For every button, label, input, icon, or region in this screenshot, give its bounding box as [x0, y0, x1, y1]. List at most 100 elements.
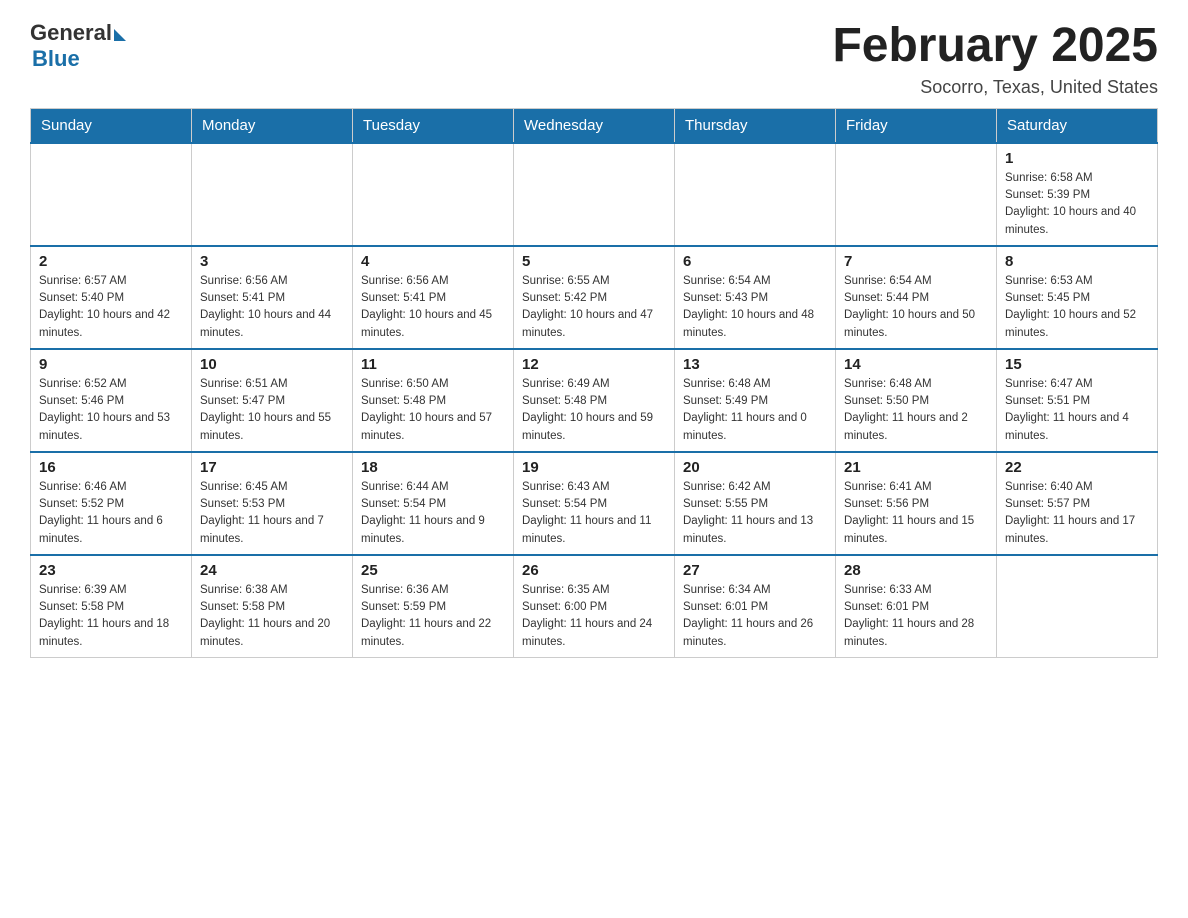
- logo-blue-text: Blue: [32, 46, 80, 72]
- day-info: Sunrise: 6:43 AM Sunset: 5:54 PM Dayligh…: [522, 479, 666, 548]
- day-number: 23: [39, 562, 183, 579]
- day-info: Sunrise: 6:50 AM Sunset: 5:48 PM Dayligh…: [361, 376, 505, 445]
- day-number: 5: [522, 253, 666, 270]
- calendar-cell: 10 Sunrise: 6:51 AM Sunset: 5:47 PM Dayli…: [192, 349, 353, 452]
- weekday-header: Thursday: [675, 108, 836, 143]
- day-info: Sunrise: 6:45 AM Sunset: 5:53 PM Dayligh…: [200, 479, 344, 548]
- logo: General Blue: [30, 20, 126, 72]
- calendar-cell: 3 Sunrise: 6:56 AM Sunset: 5:41 PM Daylig…: [192, 246, 353, 349]
- calendar-cell: 5 Sunrise: 6:55 AM Sunset: 5:42 PM Daylig…: [514, 246, 675, 349]
- weekday-header: Tuesday: [353, 108, 514, 143]
- day-info: Sunrise: 6:57 AM Sunset: 5:40 PM Dayligh…: [39, 273, 183, 342]
- calendar-cell: 19Sunrise: 6:43 AM Sunset: 5:54 PM Dayli…: [514, 452, 675, 555]
- day-number: 24: [200, 562, 344, 579]
- calendar-cell: 13 Sunrise: 6:48 AM Sunset: 5:49 PM Dayli…: [675, 349, 836, 452]
- calendar-cell: 14Sunrise: 6:48 AM Sunset: 5:50 PM Dayli…: [836, 349, 997, 452]
- day-info: Sunrise: 6:51 AM Sunset: 5:47 PM Dayligh…: [200, 376, 344, 445]
- calendar-cell: 8 Sunrise: 6:53 AM Sunset: 5:45 PM Daylig…: [997, 246, 1158, 349]
- day-info: Sunrise: 6:48 AM Sunset: 5:49 PM Dayligh…: [683, 376, 827, 445]
- day-info: Sunrise: 6:55 AM Sunset: 5:42 PM Dayligh…: [522, 273, 666, 342]
- calendar-cell: 24 Sunrise: 6:38 AM Sunset: 5:58 PM Dayli…: [192, 555, 353, 658]
- day-number: 16: [39, 459, 183, 476]
- day-info: Sunrise: 6:38 AM Sunset: 5:58 PM Dayligh…: [200, 582, 344, 651]
- day-number: 10: [200, 356, 344, 373]
- calendar-cell: 23 Sunrise: 6:39 AM Sunset: 5:58 PM Dayli…: [31, 555, 192, 658]
- weekday-header: Monday: [192, 108, 353, 143]
- day-info: Sunrise: 6:53 AM Sunset: 5:45 PM Dayligh…: [1005, 273, 1149, 342]
- day-number: 25: [361, 562, 505, 579]
- calendar-cell: 18 Sunrise: 6:44 AM Sunset: 5:54 PM Dayli…: [353, 452, 514, 555]
- week-row: 23 Sunrise: 6:39 AM Sunset: 5:58 PM Dayli…: [31, 555, 1158, 658]
- day-info: Sunrise: 6:56 AM Sunset: 5:41 PM Dayligh…: [200, 273, 344, 342]
- day-number: 3: [200, 253, 344, 270]
- weekday-header: Wednesday: [514, 108, 675, 143]
- calendar-cell: 28Sunrise: 6:33 AM Sunset: 6:01 PM Dayli…: [836, 555, 997, 658]
- day-number: 15: [1005, 356, 1149, 373]
- day-info: Sunrise: 6:40 AM Sunset: 5:57 PM Dayligh…: [1005, 479, 1149, 548]
- day-info: Sunrise: 6:34 AM Sunset: 6:01 PM Dayligh…: [683, 582, 827, 651]
- calendar-cell: [514, 143, 675, 246]
- day-info: Sunrise: 6:44 AM Sunset: 5:54 PM Dayligh…: [361, 479, 505, 548]
- day-info: Sunrise: 6:39 AM Sunset: 5:58 PM Dayligh…: [39, 582, 183, 651]
- calendar-cell: 20Sunrise: 6:42 AM Sunset: 5:55 PM Dayli…: [675, 452, 836, 555]
- day-number: 6: [683, 253, 827, 270]
- calendar-cell: 22 Sunrise: 6:40 AM Sunset: 5:57 PM Dayli…: [997, 452, 1158, 555]
- calendar-cell: 4 Sunrise: 6:56 AM Sunset: 5:41 PM Daylig…: [353, 246, 514, 349]
- day-info: Sunrise: 6:48 AM Sunset: 5:50 PM Dayligh…: [844, 376, 988, 445]
- day-number: 11: [361, 356, 505, 373]
- calendar-cell: [997, 555, 1158, 658]
- week-row: 9Sunrise: 6:52 AM Sunset: 5:46 PM Daylig…: [31, 349, 1158, 452]
- calendar-cell: [836, 143, 997, 246]
- day-number: 12: [522, 356, 666, 373]
- calendar-cell: 17 Sunrise: 6:45 AM Sunset: 5:53 PM Dayli…: [192, 452, 353, 555]
- calendar-table: SundayMondayTuesdayWednesdayThursdayFrid…: [30, 108, 1158, 658]
- month-title: February 2025: [832, 20, 1158, 73]
- day-number: 18: [361, 459, 505, 476]
- calendar-cell: 12 Sunrise: 6:49 AM Sunset: 5:48 PM Dayli…: [514, 349, 675, 452]
- day-number: 26: [522, 562, 666, 579]
- day-number: 27: [683, 562, 827, 579]
- calendar-cell: 15Sunrise: 6:47 AM Sunset: 5:51 PM Dayli…: [997, 349, 1158, 452]
- calendar-cell: 2 Sunrise: 6:57 AM Sunset: 5:40 PM Daylig…: [31, 246, 192, 349]
- logo-arrow-icon: [114, 29, 126, 41]
- week-row: 2 Sunrise: 6:57 AM Sunset: 5:40 PM Daylig…: [31, 246, 1158, 349]
- day-number: 13: [683, 356, 827, 373]
- day-info: Sunrise: 6:58 AM Sunset: 5:39 PM Dayligh…: [1005, 170, 1149, 239]
- title-block: February 2025 Socorro, Texas, United Sta…: [832, 20, 1158, 98]
- calendar-cell: 1 Sunrise: 6:58 AM Sunset: 5:39 PM Daylig…: [997, 143, 1158, 246]
- calendar-cell: [675, 143, 836, 246]
- weekday-header: Saturday: [997, 108, 1158, 143]
- calendar-cell: [31, 143, 192, 246]
- location-text: Socorro, Texas, United States: [832, 77, 1158, 98]
- week-row: 1 Sunrise: 6:58 AM Sunset: 5:39 PM Daylig…: [31, 143, 1158, 246]
- day-number: 1: [1005, 150, 1149, 167]
- logo-general-text: General: [30, 20, 112, 46]
- day-info: Sunrise: 6:33 AM Sunset: 6:01 PM Dayligh…: [844, 582, 988, 651]
- calendar-cell: [192, 143, 353, 246]
- day-number: 17: [200, 459, 344, 476]
- week-row: 16 Sunrise: 6:46 AM Sunset: 5:52 PM Dayli…: [31, 452, 1158, 555]
- day-info: Sunrise: 6:36 AM Sunset: 5:59 PM Dayligh…: [361, 582, 505, 651]
- day-info: Sunrise: 6:49 AM Sunset: 5:48 PM Dayligh…: [522, 376, 666, 445]
- calendar-cell: 21 Sunrise: 6:41 AM Sunset: 5:56 PM Dayli…: [836, 452, 997, 555]
- day-info: Sunrise: 6:54 AM Sunset: 5:44 PM Dayligh…: [844, 273, 988, 342]
- day-number: 22: [1005, 459, 1149, 476]
- day-info: Sunrise: 6:56 AM Sunset: 5:41 PM Dayligh…: [361, 273, 505, 342]
- day-info: Sunrise: 6:46 AM Sunset: 5:52 PM Dayligh…: [39, 479, 183, 548]
- day-number: 4: [361, 253, 505, 270]
- calendar-header-row: SundayMondayTuesdayWednesdayThursdayFrid…: [31, 108, 1158, 143]
- day-info: Sunrise: 6:41 AM Sunset: 5:56 PM Dayligh…: [844, 479, 988, 548]
- calendar-cell: 27 Sunrise: 6:34 AM Sunset: 6:01 PM Dayli…: [675, 555, 836, 658]
- day-number: 7: [844, 253, 988, 270]
- day-info: Sunrise: 6:42 AM Sunset: 5:55 PM Dayligh…: [683, 479, 827, 548]
- day-info: Sunrise: 6:35 AM Sunset: 6:00 PM Dayligh…: [522, 582, 666, 651]
- day-number: 21: [844, 459, 988, 476]
- calendar-cell: [353, 143, 514, 246]
- calendar-cell: 6Sunrise: 6:54 AM Sunset: 5:43 PM Daylig…: [675, 246, 836, 349]
- calendar-cell: 11 Sunrise: 6:50 AM Sunset: 5:48 PM Dayli…: [353, 349, 514, 452]
- day-info: Sunrise: 6:52 AM Sunset: 5:46 PM Dayligh…: [39, 376, 183, 445]
- day-number: 2: [39, 253, 183, 270]
- page-header: General Blue February 2025 Socorro, Texa…: [30, 20, 1158, 98]
- calendar-cell: 16 Sunrise: 6:46 AM Sunset: 5:52 PM Dayli…: [31, 452, 192, 555]
- day-number: 8: [1005, 253, 1149, 270]
